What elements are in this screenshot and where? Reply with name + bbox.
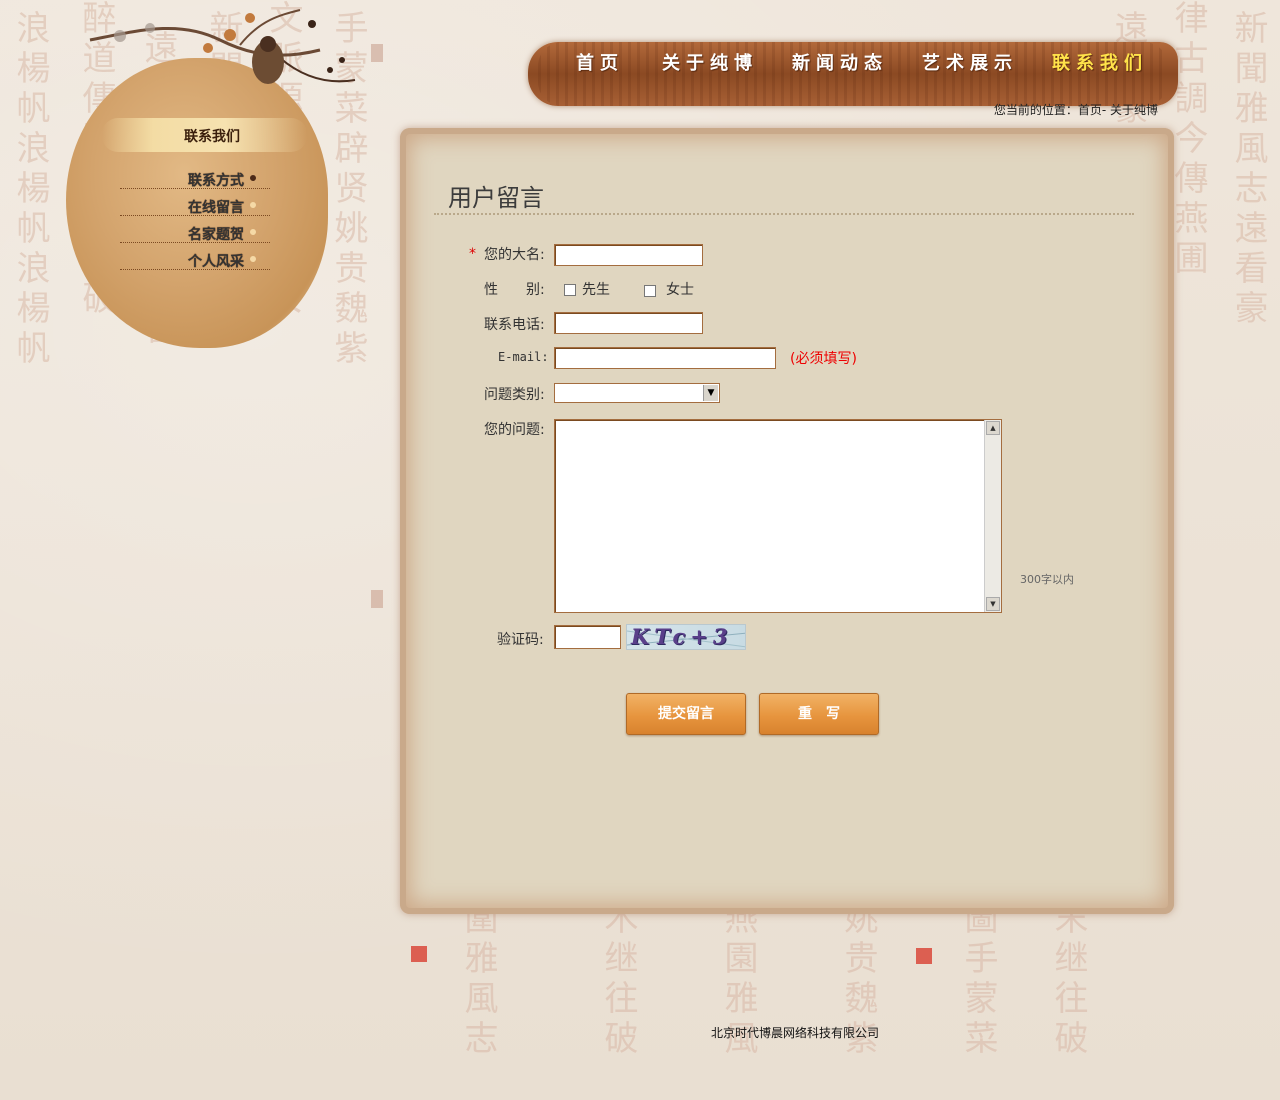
- email-input[interactable]: [554, 347, 776, 369]
- gender-mr-checkbox[interactable]: [564, 284, 576, 296]
- gender-ms-checkbox[interactable]: [644, 285, 656, 297]
- page-title: 用户留言: [448, 184, 544, 212]
- email-required-hint: (必须填写): [790, 351, 857, 367]
- textarea-scrollbar[interactable]: ▲ ▼: [984, 420, 1001, 612]
- plum-branch-decoration: [89, 9, 356, 84]
- seal-stamp-decoration: [411, 946, 427, 962]
- required-mark: *: [469, 246, 476, 262]
- captcha-label: 验证码:: [497, 632, 544, 648]
- gender-mr-label: 先生: [582, 282, 610, 298]
- seal-stamp-decoration: [916, 948, 932, 964]
- category-select[interactable]: ▼: [554, 383, 720, 403]
- question-label: 您的问题:: [484, 422, 545, 438]
- sidebar-item-label: 联系方式: [188, 173, 244, 189]
- name-label: 您的大名:: [484, 247, 545, 263]
- sidebar-item-label: 在线留言: [188, 200, 244, 216]
- scroll-up-icon[interactable]: ▲: [986, 421, 1000, 435]
- captcha-input[interactable]: [554, 625, 621, 649]
- gender-label: 性 别:: [484, 282, 545, 298]
- nav-contact[interactable]: 联系我们: [1052, 50, 1148, 78]
- sidebar-item-online-message[interactable]: 在线留言: [120, 191, 270, 216]
- sidebar-title: 联系我们: [184, 129, 240, 145]
- captcha-image[interactable]: KTc+3: [626, 624, 746, 650]
- email-label: E-mail:: [498, 350, 549, 364]
- sidebar-item-label: 名家题贺: [188, 227, 244, 243]
- bullet-icon: [250, 256, 256, 262]
- sidebar-item-personal-style[interactable]: 个人风采: [120, 245, 270, 270]
- footer-company: 北京时代博晨网络科技有限公司: [710, 1026, 879, 1040]
- sidebar-item-contact-info[interactable]: 联系方式: [120, 164, 270, 189]
- top-nav-bar: 首页 关于纯博 新闻动态 艺术展示 联系我们: [528, 42, 1178, 106]
- nav-home[interactable]: 首页: [576, 50, 624, 78]
- sidebar-item-label: 个人风采: [188, 254, 244, 270]
- reset-button[interactable]: 重 写: [759, 693, 879, 735]
- breadcrumb: 您当前的位置：首页- 关于纯博: [993, 103, 1158, 117]
- phone-input[interactable]: [554, 312, 703, 334]
- question-limit-hint: 300字以内: [1020, 573, 1074, 586]
- nav-news[interactable]: 新闻动态: [792, 50, 888, 78]
- category-label: 问题类别:: [484, 387, 545, 403]
- gender-ms-label: 女士: [666, 282, 694, 298]
- title-divider: [434, 213, 1134, 215]
- question-textarea[interactable]: ▲ ▼: [554, 419, 1002, 613]
- bullet-icon: [250, 202, 256, 208]
- seal-stamp-decoration: [371, 44, 383, 62]
- chevron-down-icon[interactable]: ▼: [703, 385, 718, 401]
- seal-stamp-decoration: [371, 590, 383, 608]
- phone-label: 联系电话:: [484, 317, 545, 333]
- sidebar-item-celebrity-congrats[interactable]: 名家题贺: [120, 218, 270, 243]
- captcha-text: KTc+3: [631, 624, 733, 649]
- scroll-down-icon[interactable]: ▼: [986, 597, 1000, 611]
- submit-button[interactable]: 提交留言: [626, 693, 746, 735]
- nav-art[interactable]: 艺术展示: [922, 50, 1018, 78]
- message-form-panel: 用户留言 * 您的大名: 性 别: 先生 女士 联系电话: E-mail: (必…: [400, 128, 1174, 914]
- bullet-icon: [250, 229, 256, 235]
- nav-about[interactable]: 关于纯博: [662, 50, 758, 78]
- name-input[interactable]: [554, 244, 703, 266]
- bullet-icon: [250, 175, 256, 181]
